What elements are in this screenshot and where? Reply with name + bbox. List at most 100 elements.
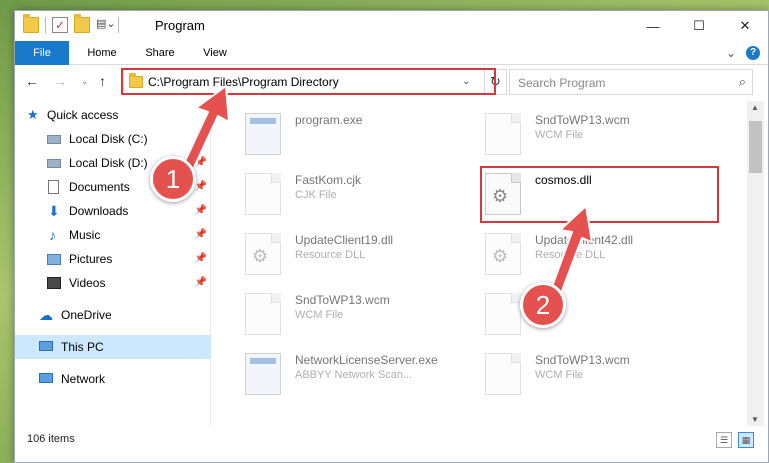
large-icons-view-icon[interactable]: ▦ — [738, 432, 754, 448]
list-item[interactable]: ⚙ UpdateClient19.dll Resource DLL — [245, 229, 485, 283]
cloud-icon: ☁ — [39, 307, 53, 323]
gear-icon: ⚙ — [252, 246, 269, 266]
pin-icon[interactable]: 📌 — [195, 175, 207, 199]
star-icon: ★ — [27, 107, 39, 122]
list-item[interactable]: NetworkLicenseServer.exe ABBYY Network S… — [245, 349, 485, 403]
search-input[interactable]: Search Program ⌕ — [509, 69, 753, 95]
file-name: NetworkLicenseServer.exe — [295, 353, 438, 367]
list-item[interactable]: SndToWP13.wcm WCM File — [485, 349, 725, 403]
drive-icon — [47, 159, 61, 168]
sidebar-item-downloads[interactable]: ⬇ Downloads 📌 — [15, 199, 211, 223]
ribbon-controls: ⌄ ? — [726, 46, 760, 60]
file-name: UpdateClient19.dll — [295, 233, 394, 247]
tab-file[interactable]: File — [15, 41, 69, 65]
dll-file-icon: ⚙ — [245, 233, 281, 275]
drive-icon — [47, 135, 61, 144]
sidebar-item-label: Network — [61, 372, 106, 386]
pin-icon[interactable]: 📌 — [195, 223, 207, 247]
step-badge-2: 2 — [520, 282, 566, 328]
item-count: 106 items — [27, 433, 75, 445]
file-type: WCM File — [295, 309, 344, 321]
new-folder-icon[interactable] — [74, 14, 90, 33]
file-name: SndToWP13.wcm — [535, 113, 630, 127]
pin-icon[interactable]: 📌 — [195, 199, 207, 223]
sidebar-item-label: Music — [69, 228, 101, 242]
file-icon — [485, 113, 521, 155]
details-view-icon[interactable]: ☰ — [716, 432, 732, 448]
back-button[interactable]: ← — [25, 73, 39, 89]
sidebar-item-onedrive[interactable]: ☁ OneDrive — [15, 303, 211, 327]
list-item[interactable]: SndToWP13.wcm WCM File — [485, 109, 725, 163]
scrollbar-thumb[interactable] — [749, 121, 762, 173]
sidebar-item-music[interactable]: ♪ Music 📌 — [15, 223, 211, 247]
help-icon[interactable]: ? — [746, 46, 760, 60]
file-name: FastKom.cjk — [295, 173, 362, 187]
file-icon — [485, 293, 521, 335]
network-icon — [39, 373, 53, 383]
pin-icon[interactable]: 📌 — [195, 247, 207, 271]
scroll-up-icon[interactable]: ▲ — [751, 103, 759, 112]
properties-icon[interactable]: ✓ — [52, 17, 68, 33]
expand-ribbon-icon[interactable]: ⌄ — [726, 46, 736, 60]
recent-locations-button[interactable]: ⌄ — [81, 76, 89, 87]
forward-button[interactable]: → — [53, 73, 67, 89]
pin-icon[interactable]: 📌 — [195, 271, 207, 295]
folder-icon — [23, 14, 39, 33]
ribbon-tabs: File Home Share View ⌄ ? — [15, 41, 768, 65]
address-highlight-box — [121, 68, 496, 95]
window-controls: — ☐ ✕ — [630, 11, 768, 41]
search-icon[interactable]: ⌕ — [739, 74, 746, 90]
sidebar-item-local-disk-c[interactable]: Local Disk (C:) 📌 — [15, 127, 211, 151]
list-item[interactable]: ⚙ UpdateClient42.dll Resource DLL — [485, 229, 725, 283]
tab-home[interactable]: Home — [77, 41, 127, 65]
maximize-button[interactable]: ☐ — [676, 11, 722, 41]
tab-view[interactable]: View — [195, 41, 235, 65]
file-type: WCM File — [535, 129, 584, 141]
list-item[interactable]: FastKom.cjk CJK File — [245, 169, 485, 223]
sidebar-item-network[interactable]: Network — [15, 367, 211, 391]
sidebar-item-label: Downloads — [69, 204, 129, 218]
customize-toolbar-icon[interactable]: ▤⌄ — [96, 17, 116, 33]
list-item[interactable]: program.exe — [245, 109, 485, 163]
view-toggle: ☰ ▦ — [716, 432, 754, 448]
sidebar-item-quick-access[interactable]: ★ Quick access — [15, 103, 211, 127]
status-bar: 106 items ☰ ▦ — [15, 429, 768, 453]
dll-file-icon: ⚙ — [485, 233, 521, 275]
videos-icon — [47, 277, 61, 289]
navigation-pane: ★ Quick access Local Disk (C:) 📌 Local D… — [15, 101, 211, 426]
vertical-scrollbar[interactable]: ▲ ▼ — [747, 101, 764, 426]
close-button[interactable]: ✕ — [722, 11, 768, 41]
tab-share[interactable]: Share — [137, 41, 183, 65]
gear-icon: ⚙ — [492, 246, 509, 266]
sidebar-item-label: Videos — [69, 276, 106, 290]
sidebar-item-label: This PC — [61, 340, 104, 354]
sidebar-item-label: Documents — [69, 180, 130, 194]
sidebar-item-label: Pictures — [69, 252, 113, 266]
search-placeholder: Search Program — [518, 76, 606, 90]
pin-icon[interactable]: 📌 — [195, 127, 207, 151]
file-icon — [245, 293, 281, 335]
title-bar: ✓ ▤⌄ Program — ☐ ✕ — [15, 11, 768, 41]
up-button[interactable]: ↑ — [99, 73, 106, 89]
file-highlight-box — [480, 166, 719, 223]
sidebar-item-videos[interactable]: Videos 📌 — [15, 271, 211, 295]
sidebar-item-pictures[interactable]: Pictures 📌 — [15, 247, 211, 271]
file-name: UpdateClient42.dll — [535, 233, 634, 247]
file-type: Resource DLL — [535, 249, 606, 261]
file-icon — [245, 173, 281, 215]
music-icon: ♪ — [49, 227, 56, 243]
file-list: program.exe SndToWP13.wcm WCM File FastK… — [215, 101, 745, 426]
divider — [118, 17, 119, 33]
scroll-down-icon[interactable]: ▼ — [751, 415, 759, 424]
sidebar-item-label: Local Disk (C:) — [69, 132, 148, 146]
sidebar-item-label: OneDrive — [61, 308, 112, 322]
documents-icon — [48, 180, 59, 194]
computer-icon — [39, 341, 53, 351]
file-name: SndToWP13.wcm — [295, 293, 390, 307]
sidebar-item-this-pc[interactable]: This PC — [15, 335, 211, 359]
file-type: WCM File — [535, 369, 584, 381]
pin-icon[interactable]: 📌 — [195, 151, 207, 175]
file-type: ABBYY Network Scan... — [295, 369, 413, 381]
minimize-button[interactable]: — — [630, 11, 676, 41]
list-item[interactable]: SndToWP13.wcm WCM File — [245, 289, 485, 343]
